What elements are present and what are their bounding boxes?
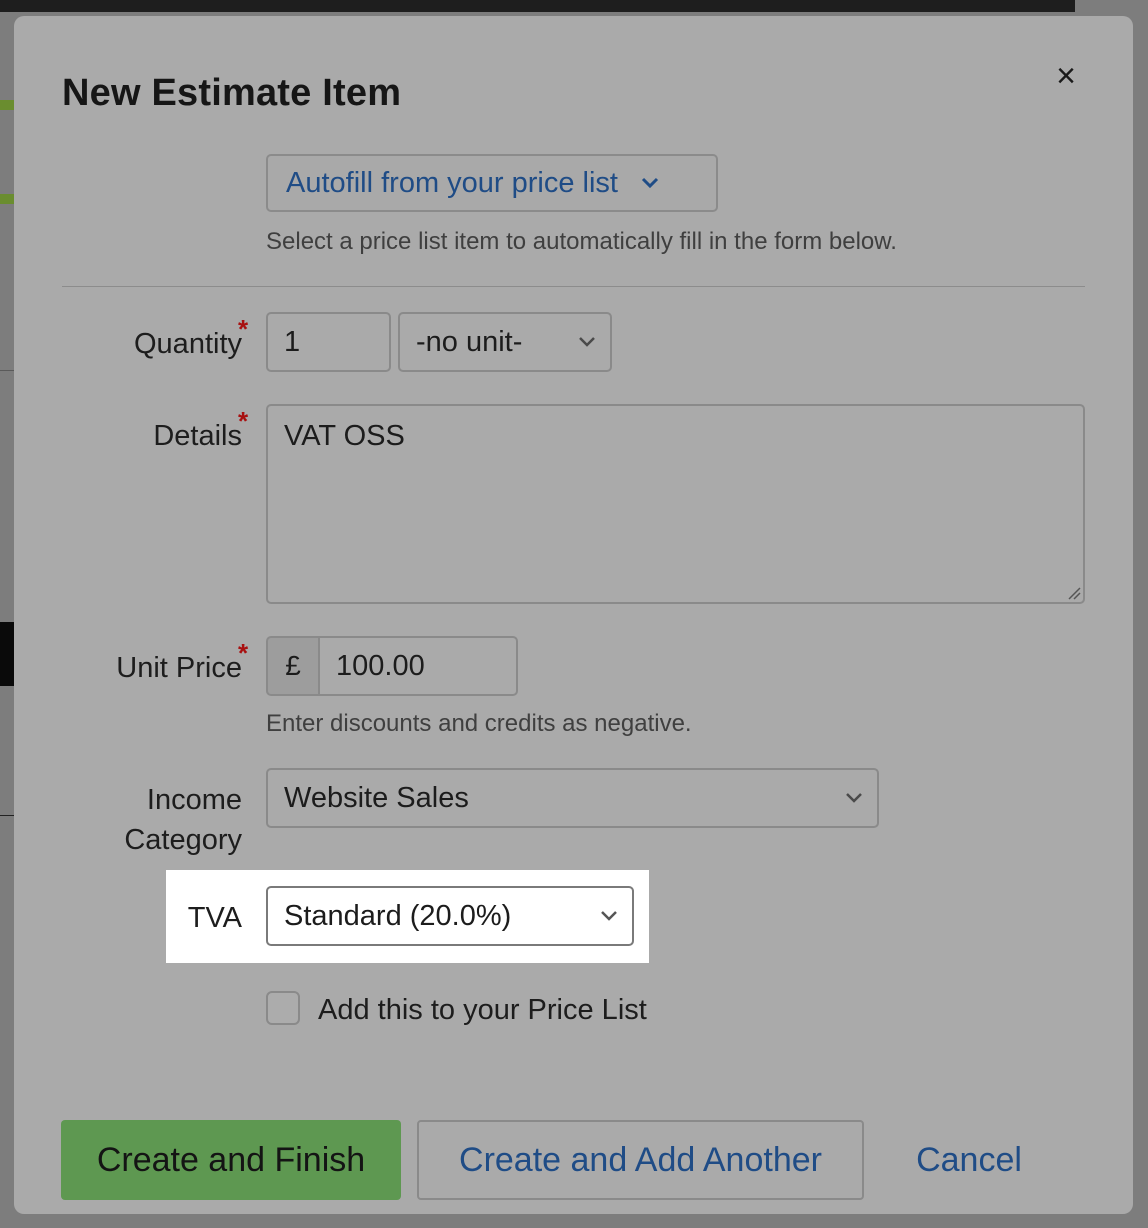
autofill-hint: Select a price list item to automaticall… xyxy=(266,228,897,255)
details-textarea[interactable]: VAT OSS xyxy=(266,404,1085,604)
details-label: Details xyxy=(153,420,242,452)
section-divider xyxy=(62,286,1085,287)
chevron-down-icon xyxy=(601,911,617,921)
background-divider xyxy=(0,370,14,371)
background-dark-block xyxy=(0,622,14,686)
background-top-bar xyxy=(0,0,1075,12)
create-and-finish-button[interactable]: Create and Finish xyxy=(61,1120,401,1200)
tva-label: TVA xyxy=(187,902,242,934)
tva-select[interactable]: Standard (20.0%) xyxy=(266,886,634,946)
income-category-select[interactable]: Website Sales xyxy=(266,768,879,828)
unit-select[interactable]: -no unit- xyxy=(398,312,612,372)
background-divider xyxy=(0,815,14,816)
chevron-down-icon xyxy=(846,793,862,803)
quantity-label: Quantity xyxy=(134,328,242,360)
autofill-price-list-dropdown[interactable]: Autofill from your price list xyxy=(266,154,718,212)
unit-price-hint: Enter discounts and credits as negative. xyxy=(266,710,692,737)
autofill-label: Autofill from your price list xyxy=(286,166,618,199)
quantity-input[interactable]: 1 xyxy=(266,312,391,372)
currency-prefix: £ xyxy=(266,636,318,696)
resize-handle-icon[interactable] xyxy=(1065,584,1081,600)
modal-title: New Estimate Item xyxy=(62,72,402,114)
chevron-down-icon xyxy=(641,177,659,189)
new-estimate-item-modal: New Estimate Item × Autofill from your p… xyxy=(14,16,1133,1214)
chevron-down-icon xyxy=(579,337,595,347)
income-category-label-line2: Category xyxy=(124,824,242,856)
create-and-add-another-button[interactable]: Create and Add Another xyxy=(417,1120,864,1200)
add-to-price-list-label[interactable]: Add this to your Price List xyxy=(318,990,647,1030)
background-green-bar xyxy=(0,100,14,110)
add-to-price-list-checkbox[interactable] xyxy=(266,991,300,1025)
income-category-value: Website Sales xyxy=(284,781,469,814)
required-marker: * xyxy=(238,406,249,436)
cancel-button[interactable]: Cancel xyxy=(904,1120,1034,1200)
required-marker: * xyxy=(238,314,249,344)
details-value: VAT OSS xyxy=(284,420,405,452)
unit-price-input[interactable]: 100.00 xyxy=(318,636,518,696)
unit-price-label: Unit Price xyxy=(116,652,242,684)
tva-value: Standard (20.0%) xyxy=(284,899,512,932)
close-icon[interactable]: × xyxy=(1050,59,1082,93)
background-green-bar xyxy=(0,194,14,204)
income-category-label-line1: Income xyxy=(146,784,242,816)
unit-select-value: -no unit- xyxy=(416,325,523,358)
required-marker: * xyxy=(238,638,249,668)
